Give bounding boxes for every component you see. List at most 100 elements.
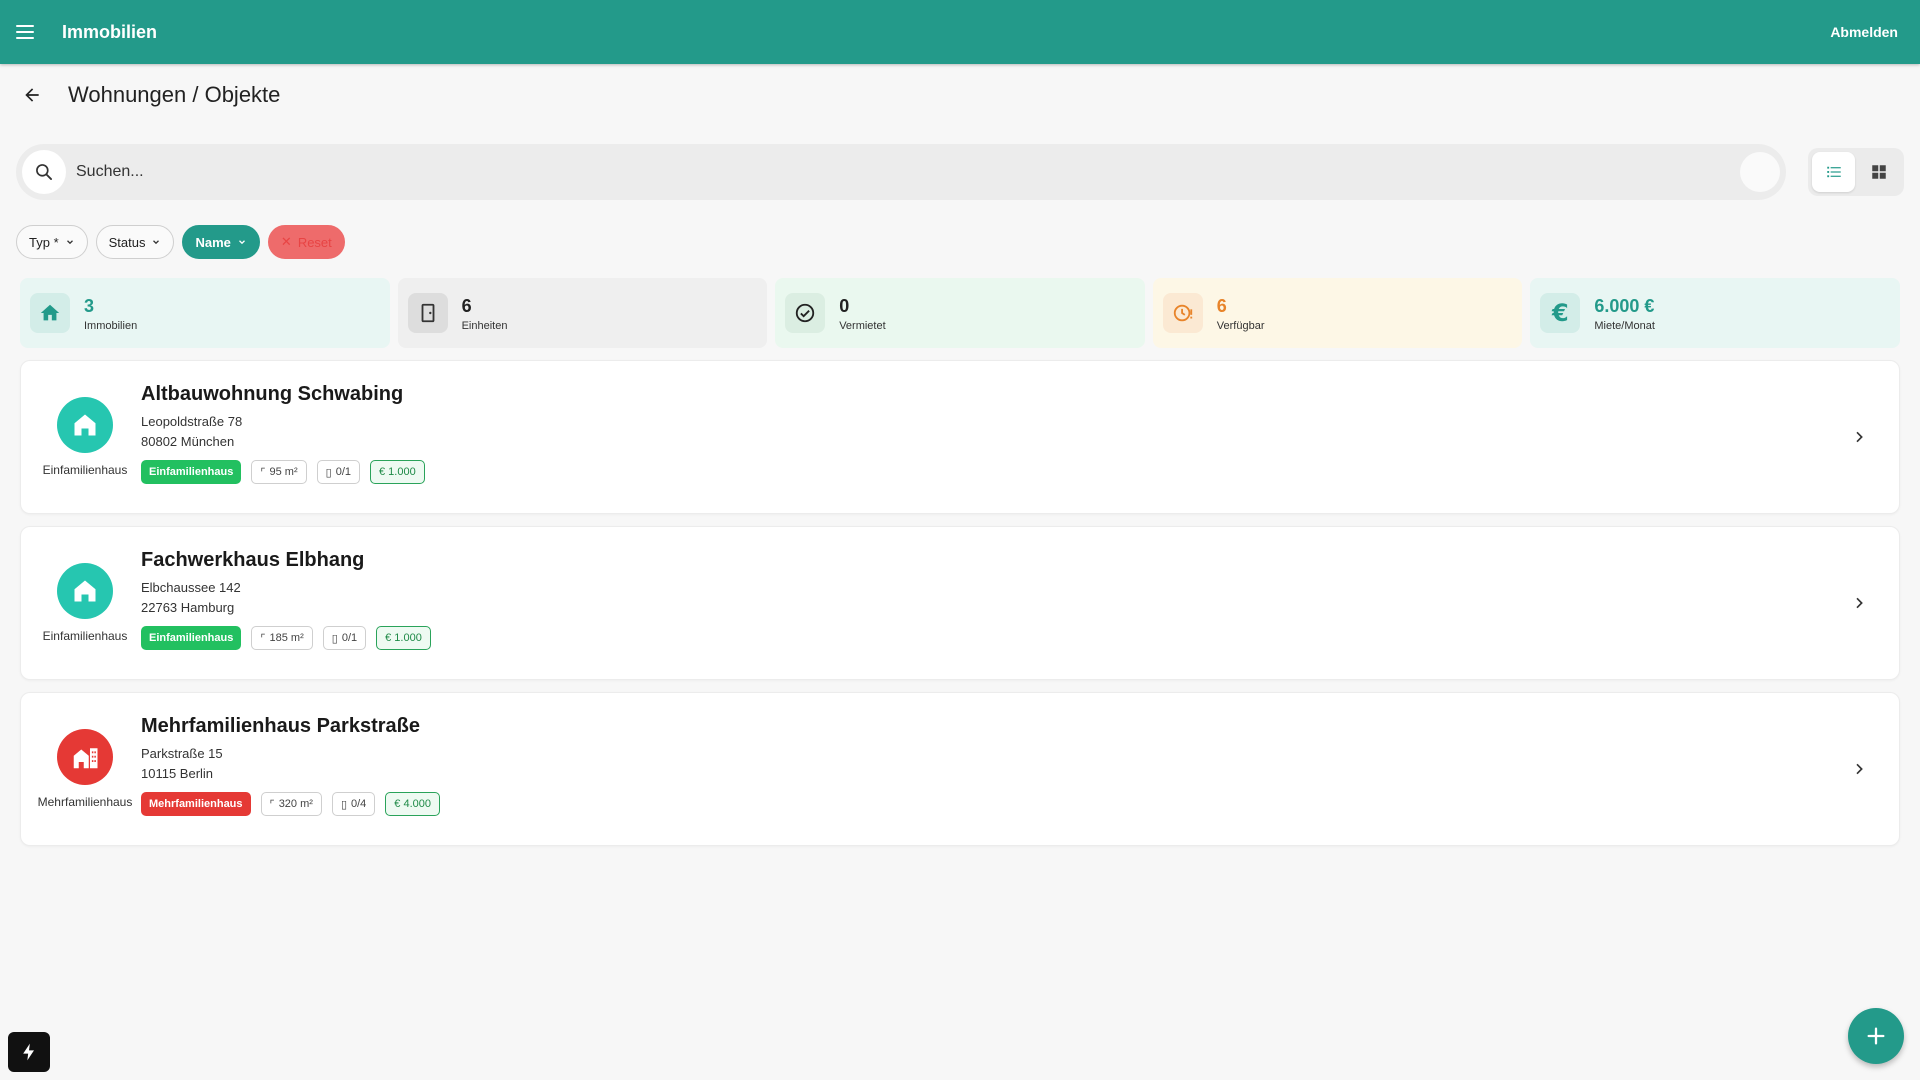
house-icon <box>57 563 113 619</box>
area-value: 185 m² <box>269 632 304 644</box>
property-type-tag: Mehrfamilienhaus <box>141 792 251 816</box>
rent-tag: € 4.000 <box>385 792 440 816</box>
door-icon: ▯ <box>340 798 347 811</box>
property-street: Leopoldstraße 78 <box>141 414 243 429</box>
area-icon: ⌜ <box>269 798 275 811</box>
sort-name-chip[interactable]: Name <box>182 225 260 259</box>
stat-card-rented: 0 Vermietet <box>775 278 1145 348</box>
logout-button[interactable]: Abmelden <box>1830 24 1898 40</box>
units-tag: ▯ 0/4 <box>331 792 376 816</box>
property-type-tag: Einfamilienhaus <box>141 460 242 484</box>
property-street: Parkstraße 15 <box>141 746 223 761</box>
stat-label: Verfügbar <box>1216 319 1265 332</box>
search-bar <box>16 144 1786 200</box>
search-clear-button[interactable] <box>1740 152 1780 192</box>
apartment-building-icon <box>57 729 113 785</box>
page-title: Wohnungen / Objekte <box>68 82 281 107</box>
plus-icon <box>1867 1027 1885 1045</box>
search-icon[interactable] <box>22 150 66 194</box>
view-toggle <box>1808 148 1904 196</box>
door-icon: ▯ <box>331 632 338 645</box>
page-header: Wohnungen / Objekte <box>0 64 1920 126</box>
property-title: Mehrfamilienhaus Parkstraße <box>141 715 420 737</box>
app-title: Immobilien <box>62 21 158 42</box>
area-icon: ⌜ <box>260 466 266 479</box>
stat-label: Immobilien <box>84 319 138 332</box>
clock-alert-icon <box>1162 293 1203 333</box>
stat-card-rent: € 6.000 € Miete/Monat <box>1530 278 1900 348</box>
chevron-down-icon <box>238 240 245 245</box>
property-title: Altbauwohnung Schwabing <box>141 383 404 405</box>
reset-filter-chip[interactable]: ✕ Reset <box>267 225 345 259</box>
list-view-button[interactable] <box>1812 152 1855 192</box>
property-type-label: Mehrfamilienhaus <box>37 795 133 809</box>
search-row <box>16 144 1904 200</box>
door-icon <box>407 293 448 333</box>
property-title: Fachwerkhaus Elbhang <box>141 549 365 571</box>
property-card[interactable]: Mehrfamilienhaus Mehrfamilienhaus Parkst… <box>20 692 1900 846</box>
rent-tag: € 1.000 <box>376 626 431 650</box>
home-icon <box>30 293 70 333</box>
grid-view-icon <box>1871 165 1886 179</box>
units-value: 0/1 <box>341 632 358 644</box>
chevron-down-icon <box>66 240 73 245</box>
chevron-right-icon[interactable] <box>1847 757 1871 781</box>
type-filter-chip[interactable]: Typ * <box>16 225 88 259</box>
property-type-label: Einfamilienhaus <box>42 629 128 643</box>
door-icon: ▯ <box>325 466 332 479</box>
property-card[interactable]: Einfamilienhaus Altbauwohnung Schwabing … <box>20 360 1900 514</box>
property-city: 22763 Hamburg <box>141 600 235 615</box>
property-card[interactable]: Einfamilienhaus Fachwerkhaus Elbhang Elb… <box>20 526 1900 680</box>
stat-value: 6.000 € <box>1594 295 1655 316</box>
euro-icon: € <box>1540 293 1581 333</box>
stat-label: Miete/Monat <box>1594 319 1655 332</box>
stat-value: 6 <box>1216 295 1227 316</box>
units-tag: ▯ 0/1 <box>316 460 360 484</box>
menu-icon[interactable] <box>16 20 40 44</box>
reset-filter-label: Reset <box>297 234 332 250</box>
units-value: 0/1 <box>335 466 351 478</box>
type-filter-label: Typ * <box>29 234 59 250</box>
stat-card-available: 6 Verfügbar <box>1152 278 1523 348</box>
chevron-right-icon[interactable] <box>1847 425 1871 449</box>
app-bar: Immobilien Abmelden <box>0 0 1920 64</box>
property-street: Elbchaussee 142 <box>141 580 241 595</box>
stat-label: Einheiten <box>461 319 508 332</box>
area-tag: ⌜ 95 m² <box>251 460 307 484</box>
chevron-down-icon <box>153 240 160 245</box>
property-city: 80802 München <box>141 434 235 449</box>
rent-tag: € 1.000 <box>370 460 425 484</box>
close-icon: ✕ <box>280 234 292 249</box>
stat-label: Vermietet <box>839 319 886 332</box>
stat-card-units: 6 Einheiten <box>397 278 768 348</box>
stat-card-properties: 3 Immobilien <box>20 278 390 348</box>
area-tag: ⌜ 185 m² <box>251 626 313 650</box>
grid-view-button[interactable] <box>1857 152 1900 192</box>
area-value: 95 m² <box>269 466 298 478</box>
chevron-right-icon[interactable] <box>1847 591 1871 615</box>
stat-value: 0 <box>839 295 850 316</box>
add-property-button[interactable] <box>1848 1008 1904 1064</box>
sort-name-label: Name <box>195 234 231 250</box>
property-city: 10115 Berlin <box>141 766 214 781</box>
property-type-tag: Einfamilienhaus <box>141 626 242 650</box>
check-circle-icon <box>785 293 826 333</box>
filter-chips: Typ * Status Name ✕ Reset <box>16 225 345 259</box>
stat-value: 6 <box>461 295 472 316</box>
stat-value: 3 <box>84 295 95 316</box>
status-filter-chip[interactable]: Status <box>95 225 175 259</box>
units-tag: ▯ 0/1 <box>322 626 367 650</box>
property-type-label: Einfamilienhaus <box>42 463 128 477</box>
search-input[interactable] <box>76 163 1740 181</box>
back-arrow-icon[interactable] <box>20 83 44 107</box>
status-filter-label: Status <box>108 234 146 250</box>
list-view-icon <box>1826 166 1841 178</box>
stats-row: 3 Immobilien 6 Einheiten 0 Vermietet 6 V… <box>20 278 1900 348</box>
area-icon: ⌜ <box>260 632 266 645</box>
area-value: 320 m² <box>278 798 313 810</box>
units-value: 0/4 <box>351 798 367 810</box>
bolt-button[interactable] <box>8 1032 50 1072</box>
house-icon <box>57 397 113 453</box>
area-tag: ⌜ 320 m² <box>260 792 322 816</box>
property-list: Einfamilienhaus Altbauwohnung Schwabing … <box>20 360 1900 858</box>
